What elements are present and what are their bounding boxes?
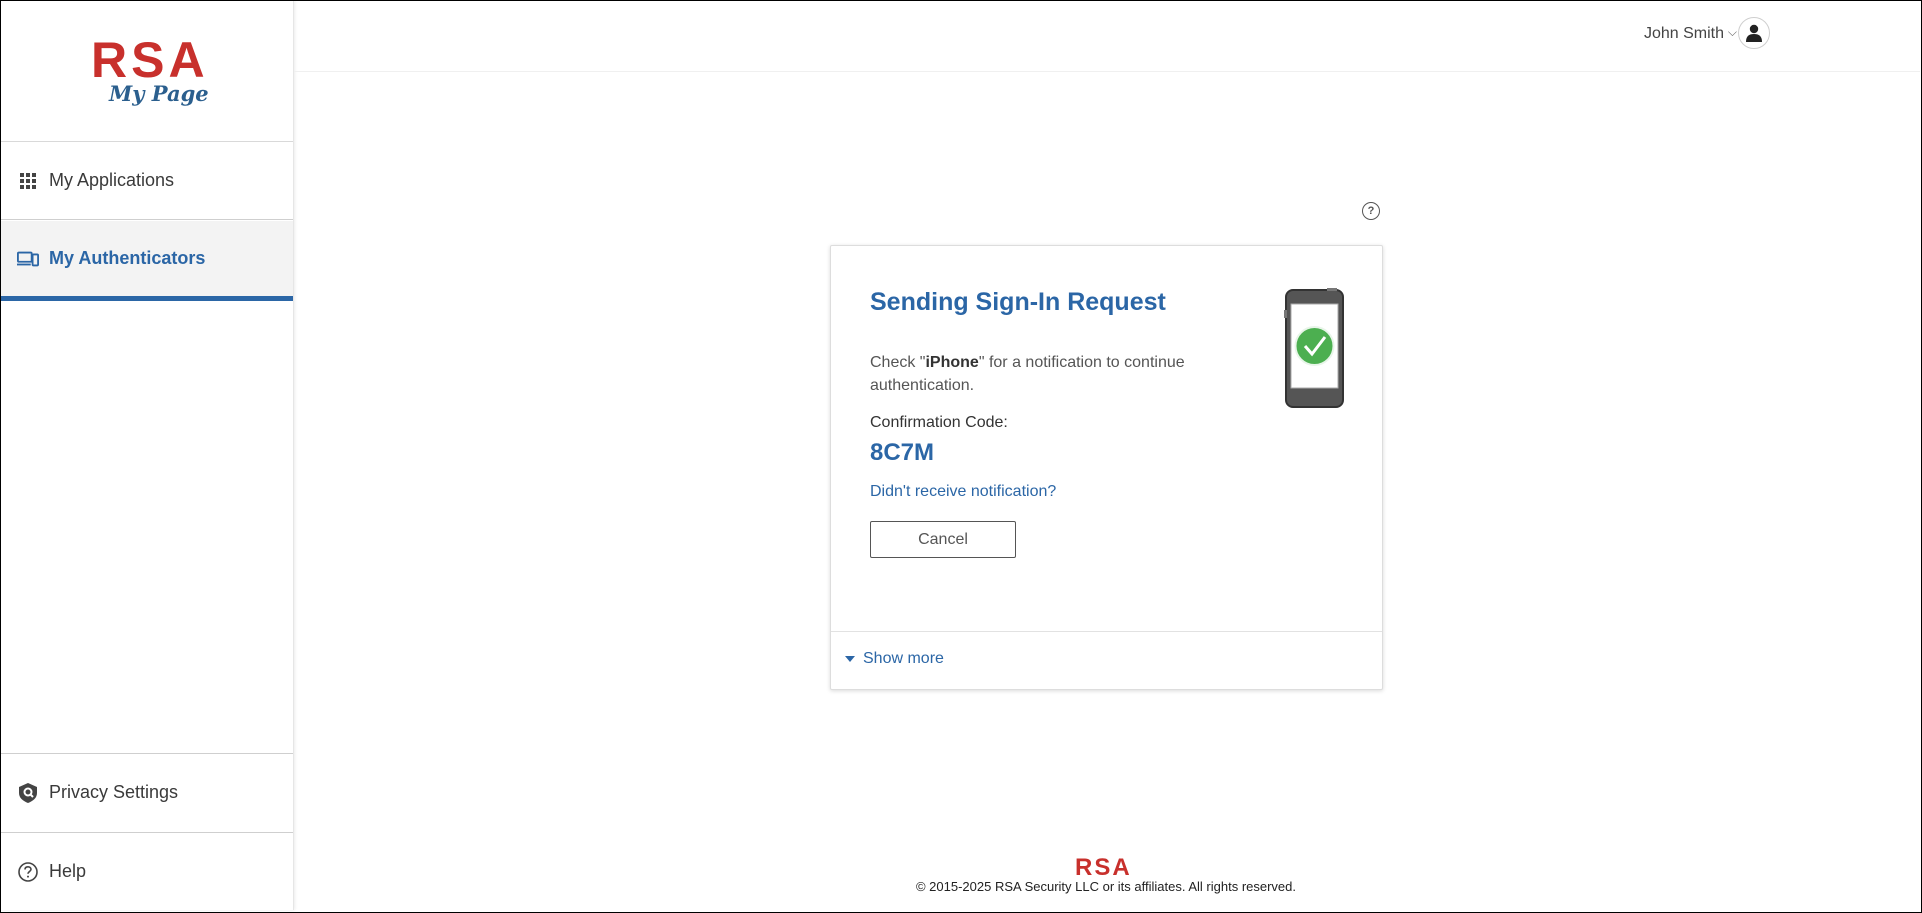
rsa-mypage-logo[interactable]: RSA My Page [1, 1, 293, 142]
notification-message: Check "iPhone" for a notification to con… [870, 351, 1250, 397]
device-name: iPhone [925, 354, 979, 371]
phone-check-icon [1284, 288, 1346, 415]
copyright-text: © 2015-2025 RSA Security LLC or its affi… [915, 879, 1297, 894]
chevron-down-icon[interactable]: ⌵ [1728, 25, 1737, 40]
message-prefix: Check " [870, 354, 926, 371]
card-title: Sending Sign-In Request [870, 288, 1166, 316]
footer-rsa-logo: RSA [1075, 854, 1132, 881]
user-icon [1746, 24, 1762, 42]
sidebar-item-privacy-settings[interactable]: Privacy Settings [1, 753, 293, 831]
sidebar-item-my-applications[interactable]: My Applications [1, 142, 293, 220]
show-more-toggle[interactable]: Show more [845, 650, 944, 668]
avatar[interactable] [1738, 17, 1770, 49]
sidebar-item-my-authenticators[interactable]: My Authenticators [1, 221, 293, 301]
grid-icon [17, 170, 39, 192]
logo-product-text: My Page [109, 81, 209, 106]
show-more-label: Show more [863, 650, 944, 667]
logo-rsa-text: RSA [91, 32, 209, 88]
sidebar: RSA My Page My Applications My Authentic… [1, 1, 294, 910]
devices-icon [17, 248, 39, 270]
didnt-receive-link[interactable]: Didn't receive notification? [870, 483, 1056, 501]
sidebar-item-label: My Applications [49, 170, 175, 190]
confirmation-code-label: Confirmation Code: [870, 414, 1008, 431]
sidebar-item-label: My Authenticators [49, 248, 206, 268]
cancel-button[interactable]: Cancel [870, 521, 1016, 558]
sign-in-request-card: Sending Sign-In Request Check "iPhone" f… [830, 245, 1383, 690]
user-name[interactable]: John Smith [1644, 25, 1724, 43]
caret-down-icon [845, 656, 855, 662]
card-divider [831, 631, 1382, 632]
top-header: John Smith ⌵ [294, 1, 1920, 72]
sidebar-item-help[interactable]: Help [1, 832, 293, 910]
sidebar-item-label: Privacy Settings [49, 782, 179, 802]
help-icon[interactable]: ? [1362, 202, 1380, 220]
confirmation-code: 8C7M [870, 439, 935, 466]
shield-icon [17, 782, 39, 804]
